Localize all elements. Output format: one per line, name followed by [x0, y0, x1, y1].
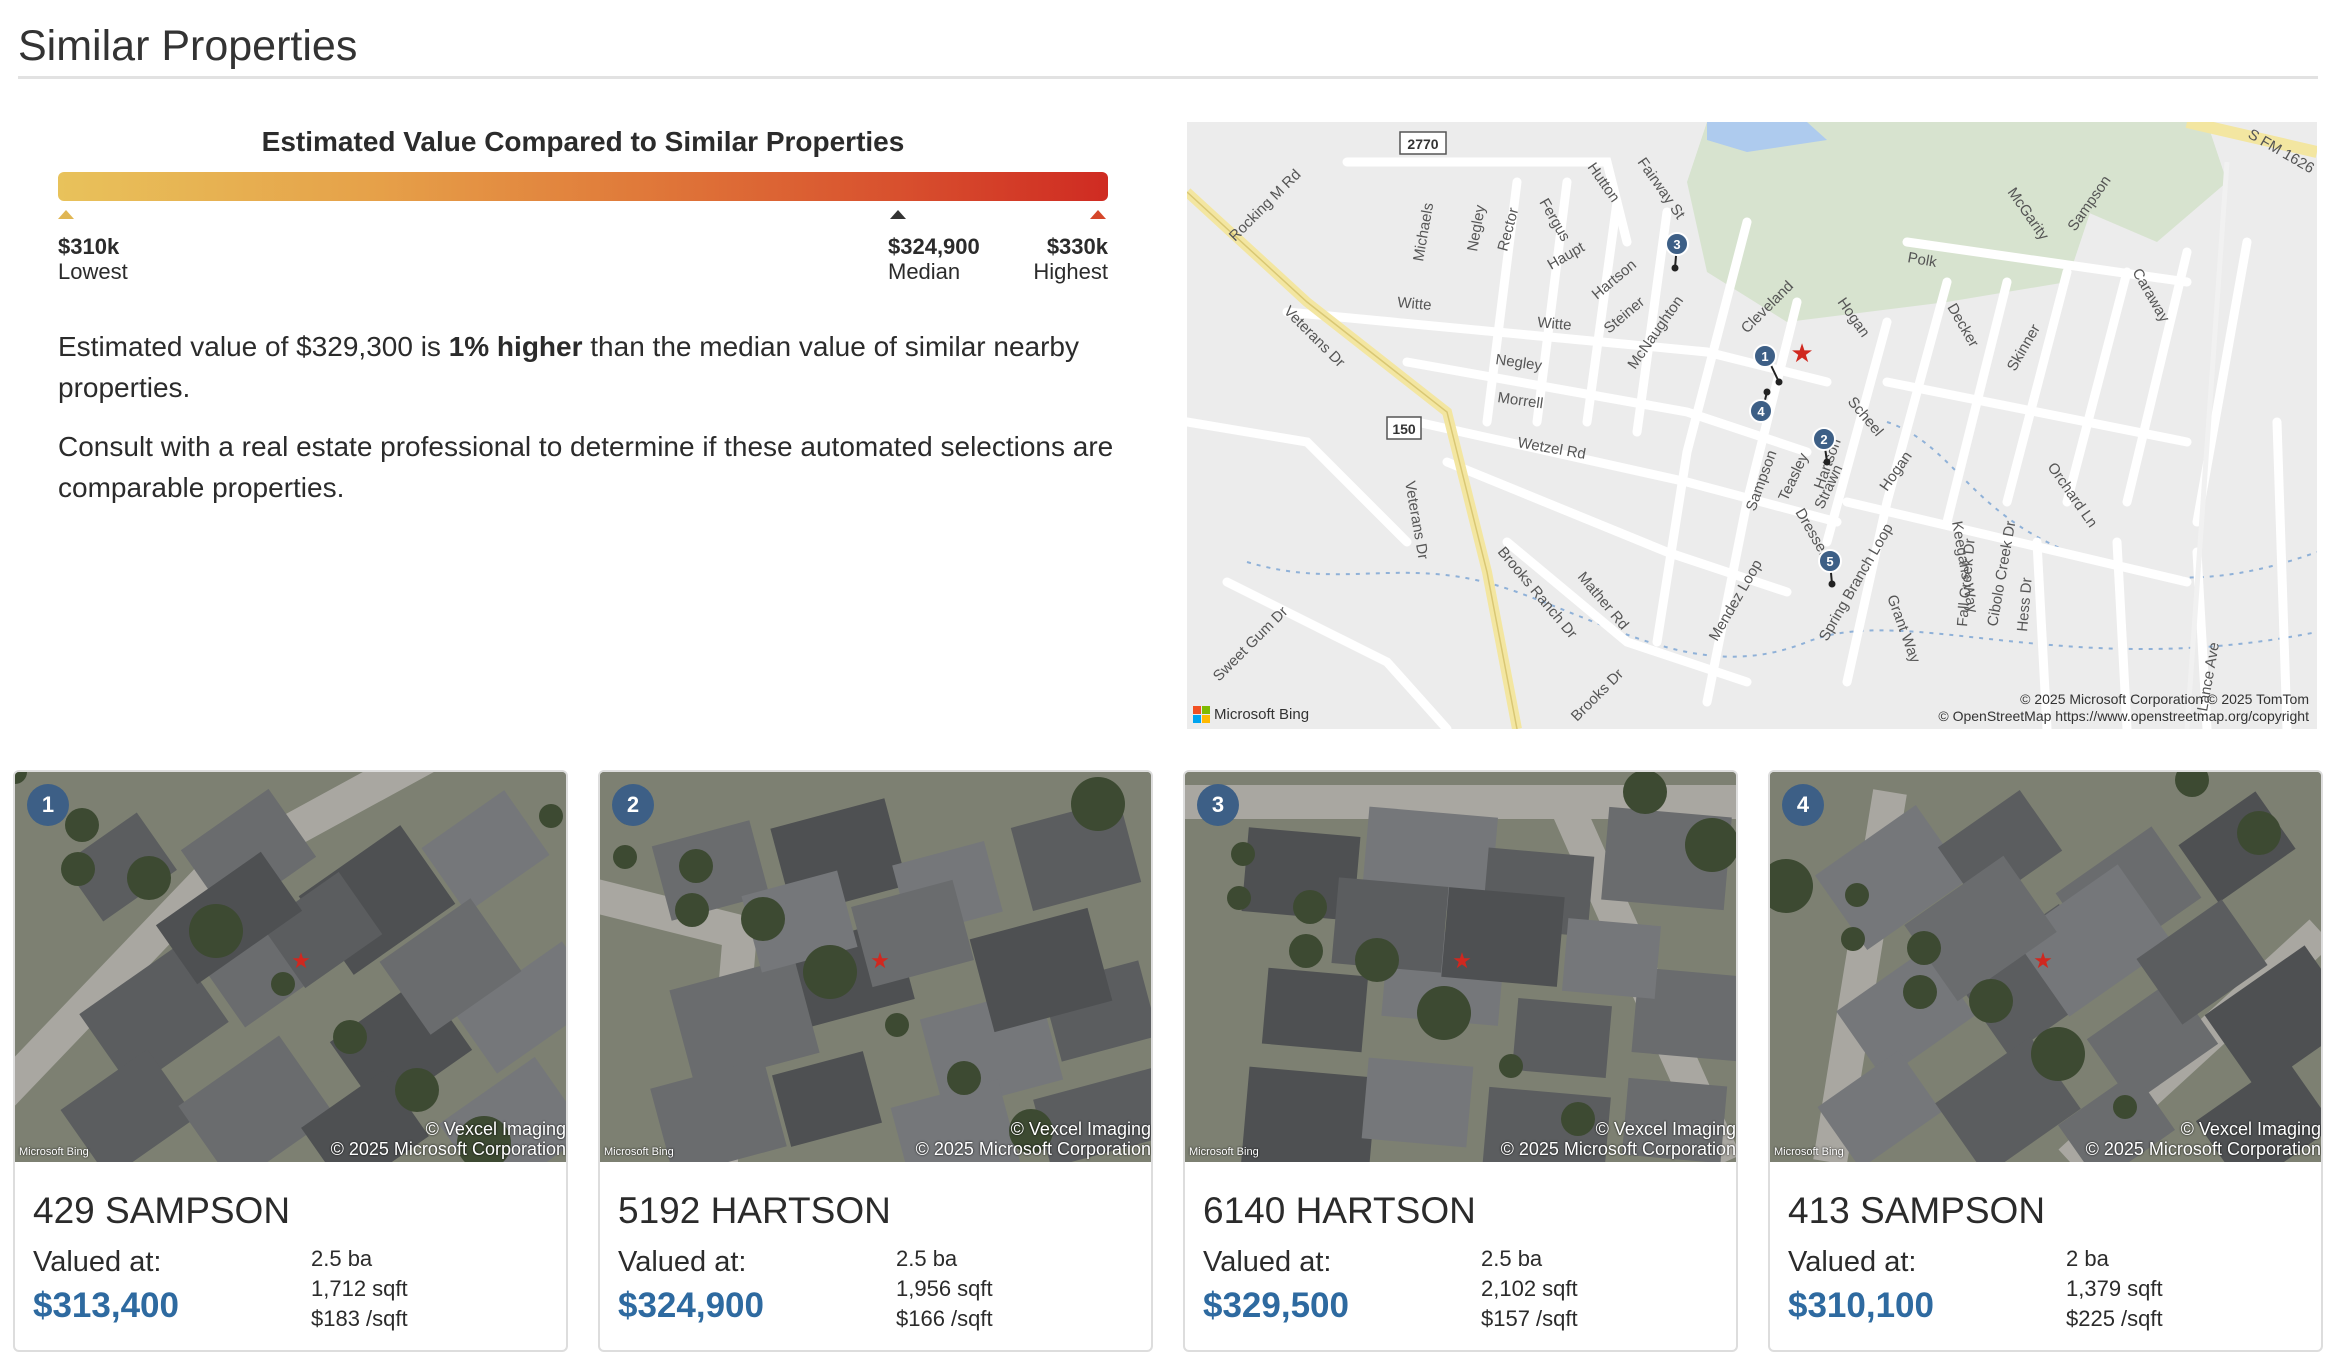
- section-title: Similar Properties: [18, 22, 358, 70]
- photo-attribution: © Vexcel Imaging © 2025 Microsoft Corpora…: [915, 1119, 1151, 1159]
- photo-logo: Microsoft Bing: [19, 1146, 89, 1158]
- property-stats: 2.5 ba 2,102 sqft $157 /sqft: [1481, 1244, 1578, 1334]
- value-scale-heading: Estimated Value Compared to Similar Prop…: [261, 126, 905, 157]
- microsoft-logo-icon: [1193, 706, 1210, 723]
- comparables-map[interactable]: 2770 150 Rocking M Rd Michaels Negley Re…: [1187, 122, 2317, 729]
- comparable-number-badge: 1: [27, 784, 69, 826]
- price-per-sqft: $225 /sqft: [2066, 1306, 2163, 1331]
- aerial-photo[interactable]: ★ 3 Microsoft Bing © Vexcel Imaging © 2025 M…: [1185, 772, 1736, 1162]
- scale-median: $324,900 Median: [888, 234, 980, 284]
- subject-star-icon: ★: [1790, 338, 1813, 368]
- highway-shield-2770: 2770: [1407, 136, 1438, 152]
- comparable-card[interactable]: ★ 4 Microsoft Bing © Vexcel Imaging © 2025 M…: [1768, 770, 2323, 1352]
- percent-higher: 1% higher: [448, 331, 583, 362]
- valued-at-label: Valued at:: [33, 1246, 162, 1278]
- photo-attribution: © Vexcel Imaging © 2025 Microsoft Corpora…: [2085, 1119, 2321, 1159]
- property-stats: 2 ba 1,379 sqft $225 /sqft: [2066, 1244, 2163, 1334]
- highest-value: $330k: [1046, 234, 1108, 259]
- map-attribution: © 2025 Microsoft Corporation © 2025 TomT…: [1938, 691, 2309, 724]
- property-stats: 2.5 ba 1,956 sqft $166 /sqft: [896, 1244, 993, 1334]
- bathrooms: 2.5 ba: [1481, 1246, 1543, 1271]
- price-per-sqft: $166 /sqft: [896, 1306, 993, 1331]
- svg-text:5: 5: [1826, 554, 1833, 569]
- photo-attribution: © Vexcel Imaging © 2025 Microsoft Corpora…: [330, 1119, 566, 1159]
- subject-star-icon: ★: [2033, 948, 2053, 973]
- aerial-photo[interactable]: ★ 1 Microsoft Bing © Vexcel Imaging © 2025 M…: [15, 772, 566, 1162]
- median-label: Median: [888, 259, 961, 284]
- price-per-sqft: $183 /sqft: [311, 1306, 408, 1331]
- square-feet: 2,102 sqft: [1481, 1276, 1578, 1301]
- value-gradient-bar: [58, 172, 1108, 201]
- property-value: $310,100: [1788, 1286, 1934, 1325]
- property-stats: 2.5 ba 1,712 sqft $183 /sqft: [311, 1244, 408, 1334]
- highest-label: Highest: [1033, 259, 1108, 284]
- comparable-number-badge: 2: [612, 784, 654, 826]
- aerial-photo[interactable]: ★ 4 Microsoft Bing © Vexcel Imaging © 2025 M…: [1770, 772, 2321, 1162]
- map-logo: Microsoft Bing: [1193, 706, 1309, 723]
- photo-logo: Microsoft Bing: [604, 1146, 674, 1158]
- median-marker: [890, 210, 906, 219]
- property-address[interactable]: 5192 HARTSON: [618, 1190, 891, 1232]
- svg-text:3: 3: [1673, 237, 1680, 252]
- valued-at-label: Valued at:: [618, 1246, 747, 1278]
- photo-attribution: © Vexcel Imaging © 2025 Microsoft Corpora…: [1500, 1119, 1736, 1159]
- valued-at-label: Valued at:: [1788, 1246, 1917, 1278]
- photo-logo: Microsoft Bing: [1774, 1146, 1844, 1158]
- comparable-number-badge: 4: [1782, 784, 1824, 826]
- median-value: $324,900: [888, 234, 980, 259]
- subject-star-icon: ★: [1452, 948, 1472, 973]
- subject-star-icon: ★: [870, 948, 890, 973]
- svg-text:Witte: Witte: [1397, 294, 1433, 314]
- square-feet: 1,956 sqft: [896, 1276, 993, 1301]
- scale-highest: $330k Highest: [1020, 234, 1108, 284]
- aerial-photo[interactable]: ★ 2 Microsoft Bing © Vexcel Imaging © 2025 M…: [600, 772, 1151, 1162]
- property-value: $324,900: [618, 1286, 764, 1325]
- title-divider: [18, 76, 2318, 79]
- highest-marker: [1090, 210, 1106, 219]
- bathrooms: 2 ba: [2066, 1246, 2109, 1271]
- lowest-value: $310k: [58, 234, 120, 259]
- scale-lowest: $310k Lowest: [58, 234, 128, 284]
- property-value: $329,500: [1203, 1286, 1349, 1325]
- comparable-card[interactable]: ★ 2 Microsoft Bing © Vexcel Imaging © 2025 M…: [598, 770, 1153, 1352]
- comparable-card[interactable]: ★ 3 Microsoft Bing © Vexcel Imaging © 2025 M…: [1183, 770, 1738, 1352]
- comparable-card[interactable]: ★ 1 Microsoft Bing © Vexcel Imaging © 2025 M…: [13, 770, 568, 1352]
- property-address[interactable]: 429 SAMPSON: [33, 1190, 290, 1232]
- photo-logo: Microsoft Bing: [1189, 1146, 1259, 1158]
- consult-disclaimer-text: Consult with a real estate professional …: [58, 431, 1114, 503]
- property-address[interactable]: 6140 HARTSON: [1203, 1190, 1476, 1232]
- svg-text:Witte: Witte: [1537, 314, 1573, 334]
- property-address[interactable]: 413 SAMPSON: [1788, 1190, 2045, 1232]
- bathrooms: 2.5 ba: [311, 1246, 373, 1271]
- highway-shield-150: 150: [1392, 421, 1416, 437]
- subject-star-icon: ★: [291, 948, 311, 973]
- square-feet: 1,712 sqft: [311, 1276, 408, 1301]
- lowest-label: Lowest: [58, 259, 128, 284]
- price-per-sqft: $157 /sqft: [1481, 1306, 1578, 1331]
- property-value: $313,400: [33, 1286, 179, 1325]
- estimate-comparison-text: Estimated value of $329,300 is 1% higher…: [58, 331, 1079, 403]
- valued-at-label: Valued at:: [1203, 1246, 1332, 1278]
- svg-text:1: 1: [1761, 349, 1768, 364]
- svg-text:2: 2: [1820, 432, 1827, 447]
- lowest-marker: [58, 210, 74, 219]
- bathrooms: 2.5 ba: [896, 1246, 958, 1271]
- svg-text:4: 4: [1757, 404, 1765, 419]
- square-feet: 1,379 sqft: [2066, 1276, 2163, 1301]
- comparable-number-badge: 3: [1197, 784, 1239, 826]
